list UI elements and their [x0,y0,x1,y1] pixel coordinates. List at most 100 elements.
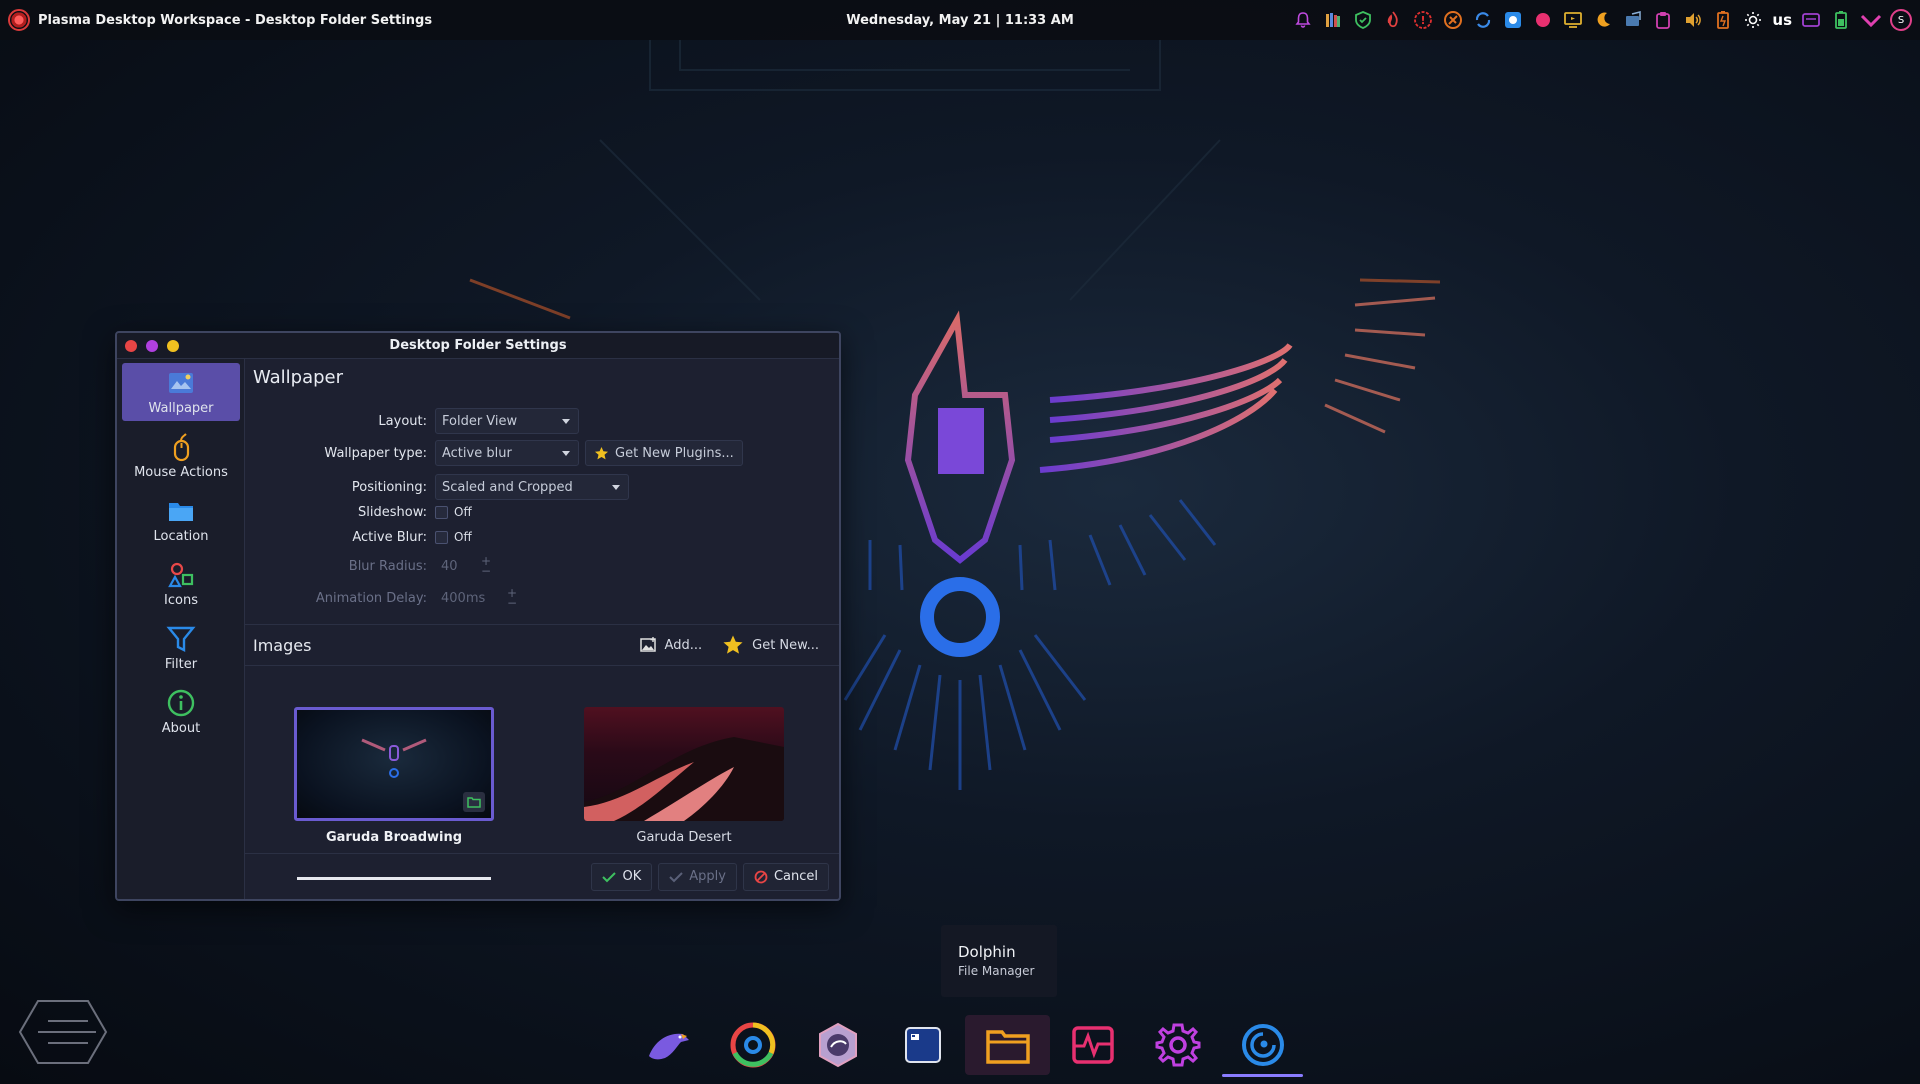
dock-item-garuda-welcome[interactable] [795,1015,880,1075]
sidebar-item-label: Icons [164,593,198,608]
wallpaper-thumbnail[interactable]: Garuda Broadwing [294,707,494,845]
animation-delay-value: 400ms [441,590,486,606]
get-new-wallpapers-button[interactable]: Get New... [722,634,819,656]
mouse-icon [173,433,190,462]
open-folder-icon[interactable] [463,792,485,812]
expand-tray-icon[interactable] [1860,9,1882,31]
ok-label: OK [622,869,642,884]
night-light-icon[interactable] [1592,9,1614,31]
clipboard-icon[interactable] [1652,9,1674,31]
window-title-area[interactable]: Plasma Desktop Workspace - Desktop Folde… [0,9,700,31]
dolphin-icon [985,1030,1030,1064]
star-icon [723,635,743,654]
animation-delay-row: Animation Delay: 400ms + − [245,585,517,611]
dock-item-settings[interactable] [1135,1015,1220,1075]
wallpaper-type-row: Wallpaper type: Active blur Get New Plug… [245,440,743,466]
keyboard-layout-indicator[interactable]: us [1772,11,1792,29]
display-icon[interactable] [1562,9,1584,31]
sidebar-item-about[interactable]: About [122,683,240,741]
sidebar-item-icons[interactable]: Icons [122,555,240,613]
sidebar-item-filter[interactable]: Filter [122,619,240,677]
get-new-plugins-label: Get New Plugins... [615,445,734,461]
active-blur-checkbox[interactable] [435,530,448,544]
ok-button[interactable]: OK [591,862,653,891]
thumbnail-image [294,707,494,821]
layout-combobox[interactable]: Folder View [435,408,579,434]
settings-sidebar: Wallpaper Mouse Actions Location Icons F… [117,359,245,899]
record-icon[interactable] [1532,9,1554,31]
dock-item-garuda-assistant[interactable] [1220,1015,1305,1077]
dock-item-garuda[interactable] [625,1015,710,1075]
wallpaper-thumbnail[interactable]: Garuda Desert [584,707,784,845]
clock[interactable]: Wednesday, May 21 | 11:33 AM [846,13,1074,28]
volume-icon[interactable] [1682,9,1704,31]
garuda-desert-preview [584,737,784,821]
add-image-icon [639,637,656,652]
active-blur-value: Off [454,530,472,544]
add-image-button[interactable]: Add... [639,636,703,654]
system-tray: ! us S [1292,0,1912,40]
dialog-footer: OK Apply Cancel [245,853,839,899]
library-icon[interactable] [1322,9,1344,31]
flame-icon[interactable] [1382,9,1404,31]
notifications-icon[interactable] [1292,9,1314,31]
animation-delay-stepper[interactable]: + − [507,587,518,610]
battery-status-icon[interactable] [1830,9,1852,31]
garuda-broadwing-preview [361,738,427,778]
wallpaper-icon [169,373,193,393]
active-blur-label: Active Blur: [352,529,427,545]
chevron-down-icon [612,484,620,490]
brightness-icon[interactable] [1742,9,1764,31]
sidebar-item-label: Filter [164,657,198,672]
minimize-button[interactable] [167,339,179,352]
network-icon[interactable] [1622,9,1644,31]
check-icon [602,871,617,882]
shield-icon[interactable] [1352,9,1374,31]
wallpaper-type-label: Wallpaper type: [324,445,427,461]
info-icon [167,689,195,717]
get-new-plugins-button[interactable]: Get New Plugins... [585,440,743,466]
calendar-icon[interactable] [1800,9,1822,31]
settings-icon [1155,1023,1200,1067]
slideshow-value: Off [454,505,472,519]
sidebar-item-wallpaper[interactable]: Wallpaper [122,363,240,421]
alert-icon[interactable]: ! [1412,9,1434,31]
dock-item-browser[interactable] [710,1015,795,1075]
sidebar-item-location[interactable]: Location [122,491,240,549]
add-label: Add... [664,637,703,653]
blur-radius-stepper[interactable]: + − [481,555,491,577]
browser-icon [730,1022,775,1068]
update-icon[interactable] [1442,9,1464,31]
dock-item-dolphin[interactable] [965,1015,1050,1075]
chevron-down-icon [562,418,570,424]
folder-icon [169,503,193,521]
garuda-logo-icon[interactable] [8,9,30,31]
layout-value: Folder View [442,413,518,429]
positioning-combobox[interactable]: Scaled and Cropped [435,474,629,500]
cancel-button[interactable]: Cancel [742,862,829,891]
dialog-titlebar[interactable]: Desktop Folder Settings [117,333,839,359]
garuda-corner-logo [18,1000,108,1064]
maximize-button[interactable] [146,339,158,352]
battery-icon[interactable] [1712,9,1734,31]
wallpaper-type-combobox[interactable]: Active blur [435,440,579,466]
dock-item-system-monitor[interactable] [1050,1015,1135,1075]
get-new-label: Get New... [752,637,819,653]
slideshow-checkbox[interactable] [435,505,448,519]
blur-radius-value: 40 [441,558,458,574]
check-icon [669,871,683,882]
sidebar-item-label: Mouse Actions [134,465,228,480]
close-button[interactable] [125,339,137,352]
sidebar-item-mouse-actions[interactable]: Mouse Actions [122,427,240,485]
blur-radius-spinbox[interactable]: 40 [435,553,481,579]
thumbnail-caption: Garuda Desert [636,830,732,845]
sync-icon[interactable] [1472,9,1494,31]
dock-item-terminal[interactable] [880,1015,965,1075]
apply-button[interactable]: Apply [658,862,737,891]
animation-delay-spinbox[interactable]: 400ms [435,585,507,611]
screenshot-icon[interactable] [1502,9,1524,31]
user-avatar[interactable]: S [1890,9,1912,31]
positioning-row: Positioning: Scaled and Cropped [245,474,629,500]
minus-icon: − [507,596,518,610]
tooltip-subtitle: File Manager [958,964,1035,978]
